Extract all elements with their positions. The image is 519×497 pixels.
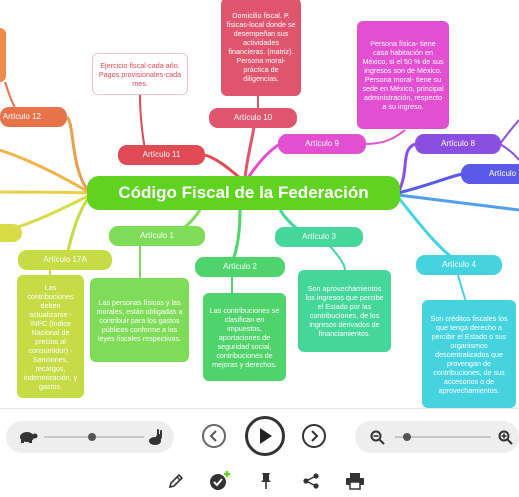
node-art11[interactable]: Artículo 11 <box>118 145 205 165</box>
speed-slider-knob[interactable] <box>88 433 96 441</box>
link-art11-note <box>139 94 146 151</box>
zoom-slider-knob[interactable] <box>403 433 411 441</box>
link-root-art4 <box>396 196 459 264</box>
node-art10[interactable]: Artículo 10 <box>209 108 297 128</box>
node-art12[interactable]: Artículo 12 <box>0 107 67 127</box>
note-art9[interactable]: Persona física- tiene casa habitación en… <box>357 21 449 129</box>
rabbit-icon[interactable] <box>146 427 164 447</box>
note-art17a[interactable]: Las contribuciones deben actualizarse -I… <box>17 275 84 398</box>
node-art2[interactable]: Artículo 2 <box>195 257 285 277</box>
note-art4[interactable]: Son créditos fiscales los que tenga dere… <box>422 300 516 408</box>
zoom-out-icon[interactable] <box>369 429 385 445</box>
play-button[interactable] <box>245 416 285 456</box>
node-art7[interactable]: Artículo 7 <box>461 164 519 184</box>
speed-panel <box>6 421 174 453</box>
offscreen-node-left[interactable] <box>0 224 22 242</box>
previous-button[interactable] <box>202 424 226 448</box>
root-node[interactable]: Código Fiscal de la Federación <box>87 176 400 210</box>
offscreen-node-top-left[interactable] <box>0 28 6 82</box>
print-icon[interactable] <box>344 471 366 491</box>
node-art4[interactable]: Artículo 4 <box>416 255 502 275</box>
node-art3[interactable]: Artículo 3 <box>275 227 363 247</box>
link-root-art8 <box>396 142 416 194</box>
node-art8[interactable]: Artículo 8 <box>415 134 501 154</box>
play-icon <box>260 428 272 444</box>
link-root-right-low <box>397 193 519 212</box>
note-art10[interactable]: Domicilio fiscal. P. físicas-local donde… <box>221 0 301 96</box>
link-art3-note <box>329 245 346 271</box>
link-root-art9 <box>246 142 281 179</box>
link-art8-right <box>499 119 519 145</box>
next-button[interactable] <box>302 424 326 448</box>
pin-icon[interactable] <box>257 471 275 491</box>
node-art17a[interactable]: Artículo 17A <box>18 250 112 270</box>
player-controls <box>0 408 519 497</box>
share-icon[interactable] <box>301 471 321 491</box>
node-art9[interactable]: Artículo 9 <box>278 134 366 154</box>
link-root-art2 <box>230 209 242 263</box>
mindmap-canvas[interactable]: Ejercicio fiscal-cada año. Pagos provisi… <box>0 0 519 408</box>
link-root-art11 <box>204 153 241 180</box>
note-art2[interactable]: Las contribuciones se clasifican en impu… <box>203 293 286 381</box>
zoom-in-icon[interactable] <box>497 429 513 445</box>
link-root-art7 <box>397 172 463 195</box>
note-art11[interactable]: Ejercicio fiscal-cada año. Pagos provisi… <box>92 53 188 95</box>
note-art1[interactable]: Las personas físicas y las morales, está… <box>90 278 189 362</box>
chevron-left-icon <box>209 430 217 442</box>
note-art3[interactable]: Son aprovechamientos los ingresos que pe… <box>298 270 391 352</box>
chevron-right-icon <box>311 430 319 442</box>
link-art8-down <box>499 143 519 161</box>
link-art9-note <box>364 129 406 145</box>
turtle-icon[interactable] <box>18 429 38 445</box>
node-art1[interactable]: Artículo 1 <box>109 226 205 246</box>
zoom-panel <box>355 421 519 453</box>
link-root-left-mid <box>0 190 91 195</box>
pencil-icon[interactable] <box>166 471 186 491</box>
link-art4-note <box>457 274 467 303</box>
check-plus-icon[interactable] <box>207 469 233 493</box>
